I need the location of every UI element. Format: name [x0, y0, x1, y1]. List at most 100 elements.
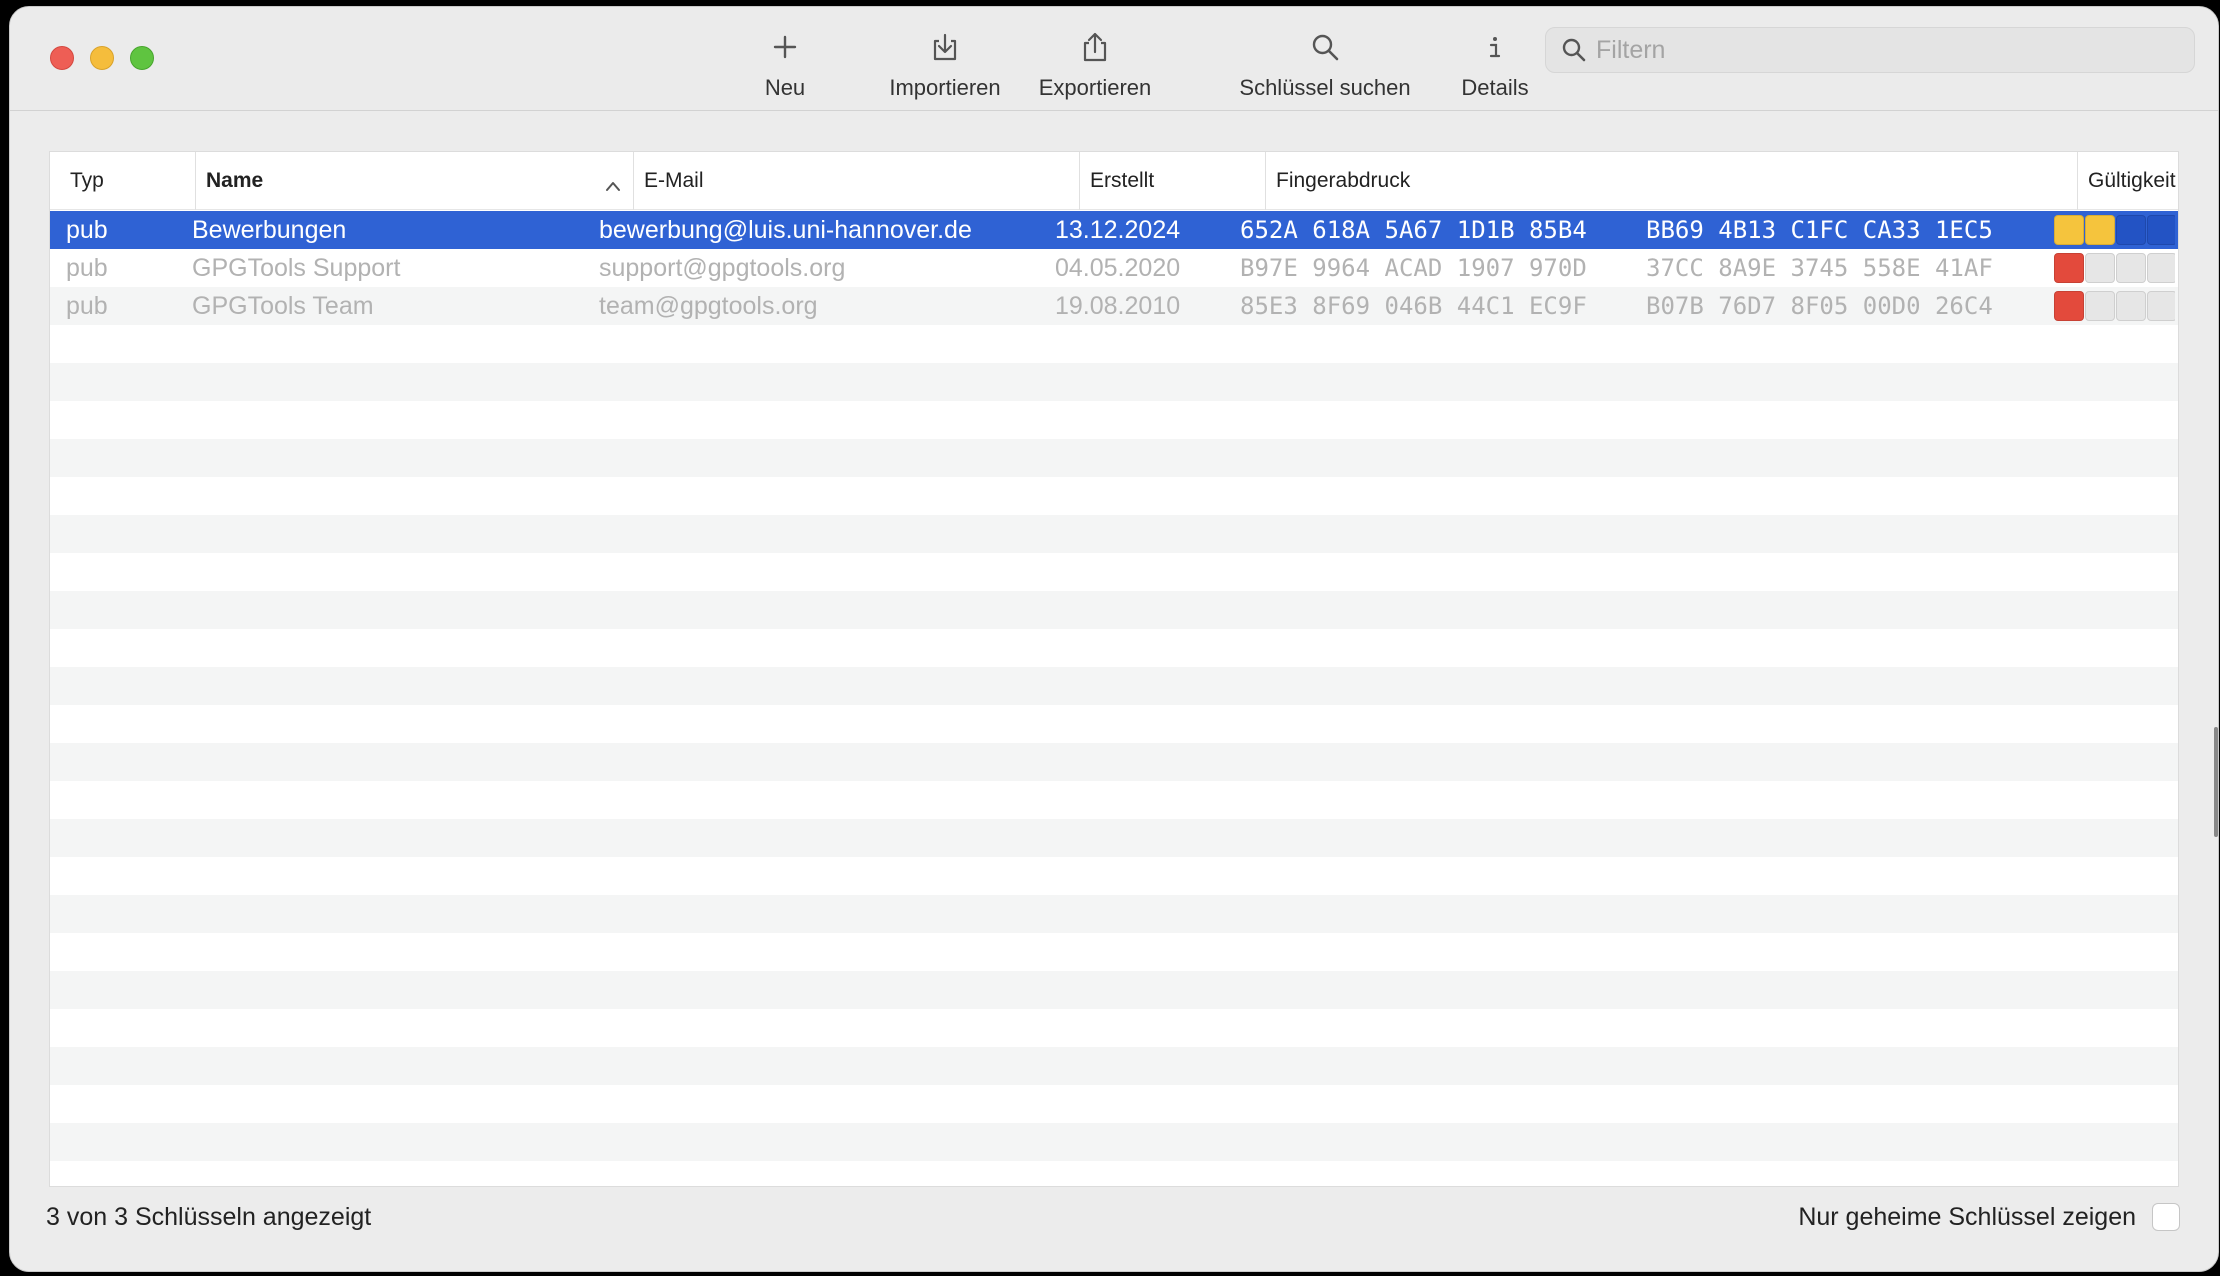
column-header-type[interactable]: Typ — [60, 152, 180, 210]
column-header-name[interactable]: Name — [195, 152, 633, 210]
new-key-label: Neu — [764, 75, 806, 100]
cell-validity — [2050, 287, 2175, 325]
app-window: Neu Importieren Exportieren Schlüssel su… — [9, 6, 2219, 1272]
cell-type: pub — [66, 254, 108, 282]
column-header-created-label: Erstellt — [1090, 169, 1155, 192]
sort-ascending-icon — [605, 174, 621, 198]
import-icon — [925, 27, 965, 67]
empty-row — [50, 439, 2178, 477]
cell-name: GPGTools Support — [192, 254, 401, 282]
cell-validity — [2050, 211, 2175, 249]
validity-indicator — [2116, 215, 2146, 245]
import-button[interactable]: Importieren — [875, 27, 1015, 107]
validity-indicator — [2054, 253, 2084, 283]
new-key-button[interactable]: Neu — [745, 27, 825, 107]
column-header-type-label: Typ — [70, 169, 104, 192]
empty-row — [50, 705, 2178, 743]
cell-name: Bewerbungen — [192, 216, 347, 244]
empty-row — [50, 819, 2178, 857]
empty-row — [50, 1161, 2178, 1186]
empty-row — [50, 1009, 2178, 1047]
empty-row — [50, 1123, 2178, 1161]
cell-created: 04.05.2020 — [1055, 254, 1181, 282]
import-label: Importieren — [889, 75, 1001, 100]
export-label: Exportieren — [1038, 75, 1152, 100]
validity-indicator — [2085, 253, 2115, 283]
info-icon — [1475, 27, 1515, 67]
empty-row — [50, 781, 2178, 819]
empty-row — [50, 857, 2178, 895]
column-header-name-label: Name — [206, 169, 264, 192]
validity-indicator — [2147, 253, 2175, 283]
cell-fingerprint-part1: B97E 9964 ACAD 1907 970D — [1240, 254, 1587, 282]
empty-row — [50, 325, 2178, 363]
empty-row — [50, 971, 2178, 1009]
share-icon — [1075, 27, 1115, 67]
cell-name: GPGTools Team — [192, 292, 374, 320]
secret-only-checkbox[interactable] — [2152, 1203, 2180, 1231]
empty-row — [50, 363, 2178, 401]
column-header-validity[interactable]: Gültigkeit — [2077, 152, 2178, 210]
empty-row — [50, 591, 2178, 629]
validity-indicator — [2147, 215, 2175, 245]
cell-email: team@gpgtools.org — [599, 292, 818, 320]
cell-email: support@gpgtools.org — [599, 254, 846, 282]
validity-indicator — [2085, 291, 2115, 321]
validity-indicator — [2054, 291, 2084, 321]
search-icon — [1552, 28, 1596, 72]
validity-indicator — [2085, 215, 2115, 245]
cell-type: pub — [66, 216, 108, 244]
toolbar: Neu Importieren Exportieren Schlüssel su… — [10, 7, 2218, 111]
search-keys-button[interactable]: Schlüssel suchen — [1220, 27, 1430, 107]
status-text: 3 von 3 Schlüsseln angezeigt — [46, 1203, 372, 1231]
empty-row — [50, 629, 2178, 667]
validity-indicator — [2116, 253, 2146, 283]
cell-fingerprint-part1: 85E3 8F69 046B 44C1 EC9F — [1240, 292, 1587, 320]
filter-input[interactable] — [1596, 35, 2156, 65]
table-row[interactable]: pub GPGTools Support support@gpgtools.or… — [50, 249, 2178, 287]
minimize-window-button[interactable] — [90, 46, 114, 70]
cell-fingerprint-part2: 37CC 8A9E 3745 558E 41AF — [1646, 254, 1993, 282]
empty-row — [50, 895, 2178, 933]
filter-field[interactable] — [1545, 27, 2195, 73]
cell-created: 19.08.2010 — [1055, 292, 1181, 320]
empty-row — [50, 1085, 2178, 1123]
close-window-button[interactable] — [50, 46, 74, 70]
cell-validity — [2050, 249, 2175, 287]
empty-row — [50, 553, 2178, 591]
export-button[interactable]: Exportieren — [1025, 27, 1165, 107]
cell-fingerprint-part2: BB69 4B13 C1FC CA33 1EC5 — [1646, 216, 1993, 244]
empty-row — [50, 1047, 2178, 1085]
empty-row — [50, 401, 2178, 439]
zoom-window-button[interactable] — [130, 46, 154, 70]
details-label: Details — [1461, 75, 1529, 100]
table-row[interactable]: pub GPGTools Team team@gpgtools.org 19.0… — [50, 287, 2178, 325]
secret-only-label: Nur geheime Schlüssel zeigen — [1798, 1203, 2136, 1231]
search-keys-label: Schlüssel suchen — [1239, 75, 1411, 100]
column-header-validity-label: Gültigkeit — [2088, 169, 2176, 192]
plus-icon — [765, 27, 805, 67]
empty-row — [50, 515, 2178, 553]
magnifier-icon — [1305, 27, 1345, 67]
column-header-fingerprint[interactable]: Fingerabdruck — [1265, 152, 2077, 210]
cell-type: pub — [66, 292, 108, 320]
empty-row — [50, 667, 2178, 705]
column-header-email-label: E-Mail — [644, 169, 704, 192]
cell-fingerprint-part2: B07B 76D7 8F05 00D0 26C4 — [1646, 292, 1993, 320]
validity-indicator — [2054, 215, 2084, 245]
column-header-email[interactable]: E-Mail — [633, 152, 1079, 210]
cell-fingerprint-part1: 652A 618A 5A67 1D1B 85B4 — [1240, 216, 1587, 244]
empty-row — [50, 933, 2178, 971]
keys-table: Typ Name E-Mail Erstellt Fingerabdruck G… — [49, 151, 2179, 1187]
details-button[interactable]: Details — [1450, 27, 1540, 107]
empty-row — [50, 743, 2178, 781]
validity-indicator — [2116, 291, 2146, 321]
validity-indicator — [2147, 291, 2175, 321]
table-row[interactable]: pub Bewerbungen bewerbung@luis.uni-hanno… — [50, 211, 2178, 249]
table-header: Typ Name E-Mail Erstellt Fingerabdruck G… — [50, 152, 2178, 210]
column-header-fingerprint-label: Fingerabdruck — [1276, 169, 1411, 192]
cell-created: 13.12.2024 — [1055, 216, 1181, 244]
column-header-created[interactable]: Erstellt — [1079, 152, 1265, 210]
cell-email: bewerbung@luis.uni-hannover.de — [599, 216, 972, 244]
window-edge-handle — [2214, 727, 2218, 837]
